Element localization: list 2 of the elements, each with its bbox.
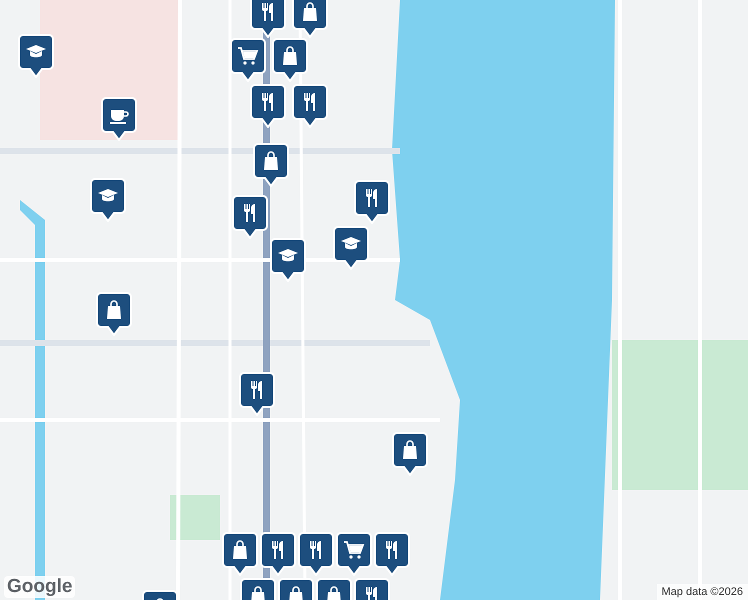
map-attribution: Map data ©2026 [656, 584, 748, 600]
google-logo[interactable]: Google [4, 576, 76, 598]
